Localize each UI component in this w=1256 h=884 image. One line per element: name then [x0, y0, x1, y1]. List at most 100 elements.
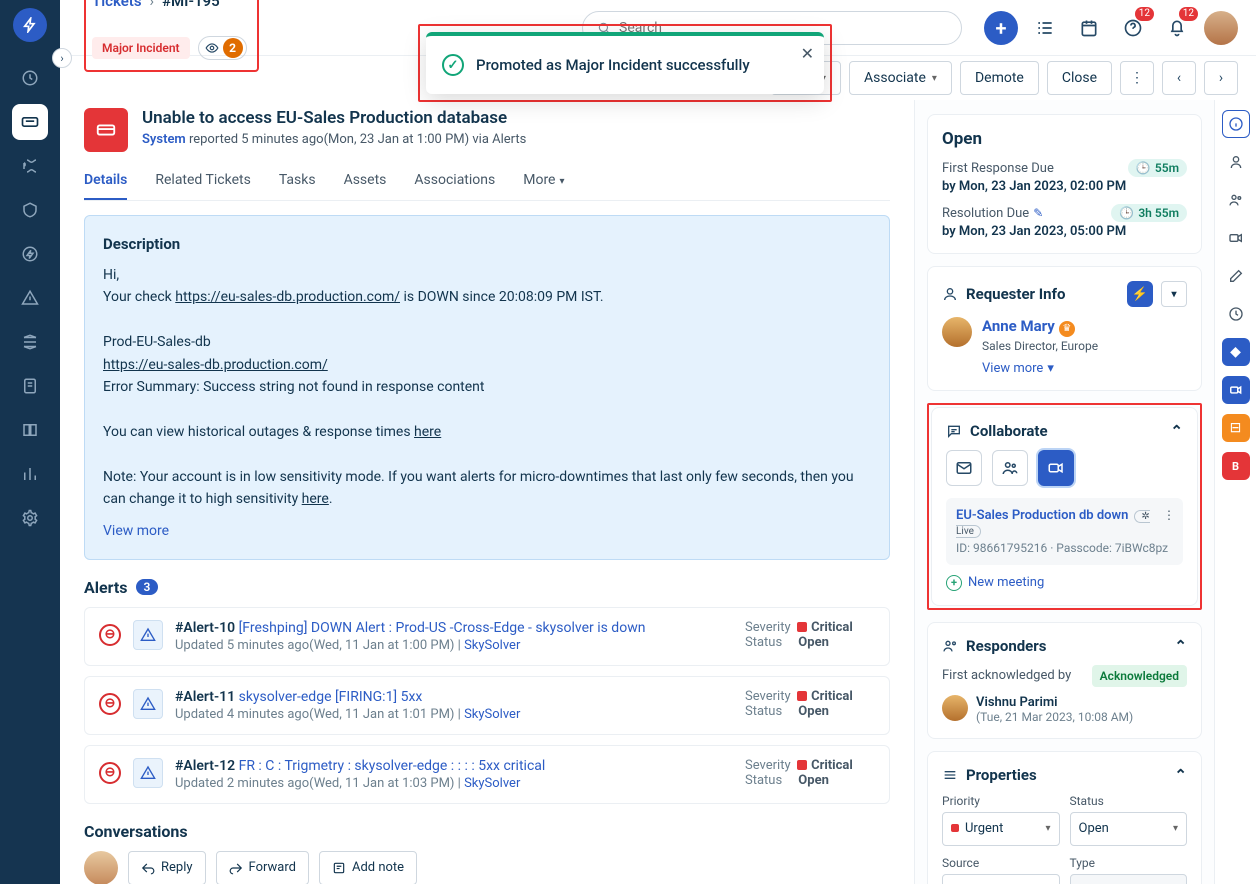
responders-icon [942, 638, 958, 654]
alert-card[interactable]: ⊖ #Alert-11 skysolver-edge [FIRING:1] 5x… [84, 676, 890, 735]
check-icon: ✓ [442, 54, 464, 76]
description-panel: Description Hi, Your check https://eu-sa… [84, 215, 890, 560]
tab-assets[interactable]: Assets [344, 162, 387, 200]
unlink-icon[interactable]: ⊖ [99, 762, 121, 784]
nav-assets[interactable] [12, 324, 48, 360]
profile-avatar[interactable] [1204, 11, 1238, 45]
current-user-avatar [84, 851, 118, 884]
check-url-link[interactable]: https://eu-sales-db.production.com/ [175, 289, 400, 305]
video-collab-icon[interactable] [1038, 450, 1074, 486]
rail-history-icon[interactable] [1222, 300, 1250, 328]
nav-solutions[interactable] [12, 412, 48, 448]
nav-tickets[interactable] [12, 104, 48, 140]
rail-app2-icon[interactable]: B [1222, 452, 1250, 480]
nav-alerts[interactable] [12, 280, 48, 316]
help-badge: 12 [1135, 7, 1154, 21]
expand-sidebar[interactable]: › [52, 48, 72, 68]
nav-releases[interactable] [12, 236, 48, 272]
first-response-eta: 🕒 55m [1128, 159, 1187, 177]
help-icon[interactable]: 12 [1116, 11, 1150, 45]
priority-label: Priority [942, 794, 1060, 808]
sensitivity-link[interactable]: here [302, 491, 329, 507]
more-actions-button[interactable]: ⋮ [1120, 61, 1154, 95]
nav-reports[interactable] [12, 456, 48, 492]
vip-icon: ♛ [1059, 321, 1075, 337]
nav-contracts[interactable] [12, 368, 48, 404]
first-response-by: by Mon, 23 Jan 2023, 02:00 PM [942, 179, 1187, 194]
prev-ticket-button[interactable]: ‹ [1162, 61, 1196, 95]
edit-resolution-icon[interactable]: ✎ [1033, 206, 1043, 220]
collapse-icon[interactable]: ⌃ [1170, 422, 1183, 440]
rail-app1-icon[interactable]: ⊟ [1222, 414, 1250, 442]
reply-button[interactable]: Reply [128, 851, 206, 884]
tab-associations[interactable]: Associations [414, 162, 495, 200]
requester-dropdown[interactable]: ▾ [1161, 281, 1187, 307]
brand-logo[interactable] [13, 8, 47, 42]
rail-edit-icon[interactable] [1222, 262, 1250, 290]
demote-button[interactable]: Demote [960, 61, 1039, 95]
new-meeting-button[interactable]: +New meeting [946, 575, 1044, 591]
status-select[interactable]: Open▾ [1070, 812, 1188, 846]
email-collab-icon[interactable] [946, 450, 982, 486]
toast-close[interactable]: ✕ [801, 44, 814, 63]
resolution-eta: 🕒 3h 55m [1111, 204, 1187, 222]
meeting-card[interactable]: EU-Sales Production db down✲ Live ID: 98… [946, 498, 1183, 565]
requester-flash-icon[interactable]: ⚡ [1127, 281, 1153, 307]
alert-card[interactable]: ⊖ #Alert-12 FR : C : Trigmetry : skysolv… [84, 745, 890, 804]
right-rail: ◆ ⊟ B [1214, 100, 1256, 884]
calendar-icon[interactable] [1072, 11, 1106, 45]
tab-details[interactable]: Details [84, 162, 127, 200]
meeting-menu[interactable]: ⋮ [1163, 508, 1175, 522]
chevron-right-icon: › [150, 0, 155, 10]
next-ticket-button[interactable]: › [1204, 61, 1238, 95]
alert-type-icon [133, 620, 163, 650]
user-icon [942, 286, 958, 302]
tab-tasks[interactable]: Tasks [279, 162, 316, 200]
alert-type-icon [133, 758, 163, 788]
rail-jira-icon[interactable]: ◆ [1222, 338, 1250, 366]
tab-more[interactable]: More▾ [523, 162, 564, 200]
alert-card[interactable]: ⊖ #Alert-10 [Freshping] DOWN Alert : Pro… [84, 607, 890, 666]
collaborate-card: Collaborate ⌃ EU-Sales Production db dow… [931, 407, 1198, 606]
unlink-icon[interactable]: ⊖ [99, 624, 121, 646]
nav-dashboard[interactable] [12, 60, 48, 96]
responders-collapse[interactable]: ⌃ [1174, 637, 1187, 655]
breadcrumb-root[interactable]: Tickets [92, 0, 142, 10]
add-note-button[interactable]: Add note [319, 851, 417, 884]
db-url-link[interactable]: https://eu-sales-db.production.com/ [103, 357, 328, 373]
tasks-icon[interactable] [1028, 11, 1062, 45]
status-card: Open First Response Due 🕒 55m by Mon, 23… [927, 114, 1202, 254]
responder-name: Vishnu Parimi [976, 695, 1133, 710]
watchers-chip[interactable]: 2 [198, 36, 247, 60]
nav-problems[interactable] [12, 148, 48, 184]
close-button[interactable]: Close [1047, 61, 1112, 95]
new-button[interactable]: + [984, 11, 1018, 45]
properties-collapse[interactable]: ⌃ [1174, 766, 1187, 784]
associate-dropdown[interactable]: Associate▾ [849, 61, 952, 95]
history-link[interactable]: here [414, 424, 441, 440]
teams-collab-icon[interactable] [992, 450, 1028, 486]
requester-name[interactable]: Anne Mary [982, 317, 1055, 335]
nav-changes[interactable] [12, 192, 48, 228]
forward-button[interactable]: Forward [216, 851, 309, 884]
rail-zoom-icon[interactable] [1222, 376, 1250, 404]
responder-time: (Tue, 21 Mar 2023, 10:08 AM) [976, 710, 1133, 724]
tab-related[interactable]: Related Tickets [155, 162, 250, 200]
bell-icon[interactable]: 12 [1160, 11, 1194, 45]
breadcrumb: Tickets › #MI-195 [92, 0, 247, 10]
breadcrumb-current: #MI-195 [162, 0, 220, 10]
ticket-type-icon [84, 108, 128, 152]
source-select[interactable]: Portal▾ [942, 874, 1060, 884]
rail-info-icon[interactable] [1222, 110, 1250, 138]
bell-badge: 12 [1179, 7, 1198, 21]
rail-user-icon[interactable] [1222, 148, 1250, 176]
priority-select[interactable]: Urgent▾ [942, 812, 1060, 846]
rail-users-icon[interactable] [1222, 186, 1250, 214]
description-view-more[interactable]: View more [103, 520, 169, 542]
unlink-icon[interactable]: ⊖ [99, 693, 121, 715]
rail-video-icon[interactable] [1222, 224, 1250, 252]
requester-view-more[interactable]: View more ▾ [982, 361, 1054, 376]
properties-card: Properties ⌃ Priority Urgent▾ Status Ope… [927, 751, 1202, 884]
ticket-tabs: Details Related Tickets Tasks Assets Ass… [84, 162, 890, 201]
nav-settings[interactable] [12, 500, 48, 536]
